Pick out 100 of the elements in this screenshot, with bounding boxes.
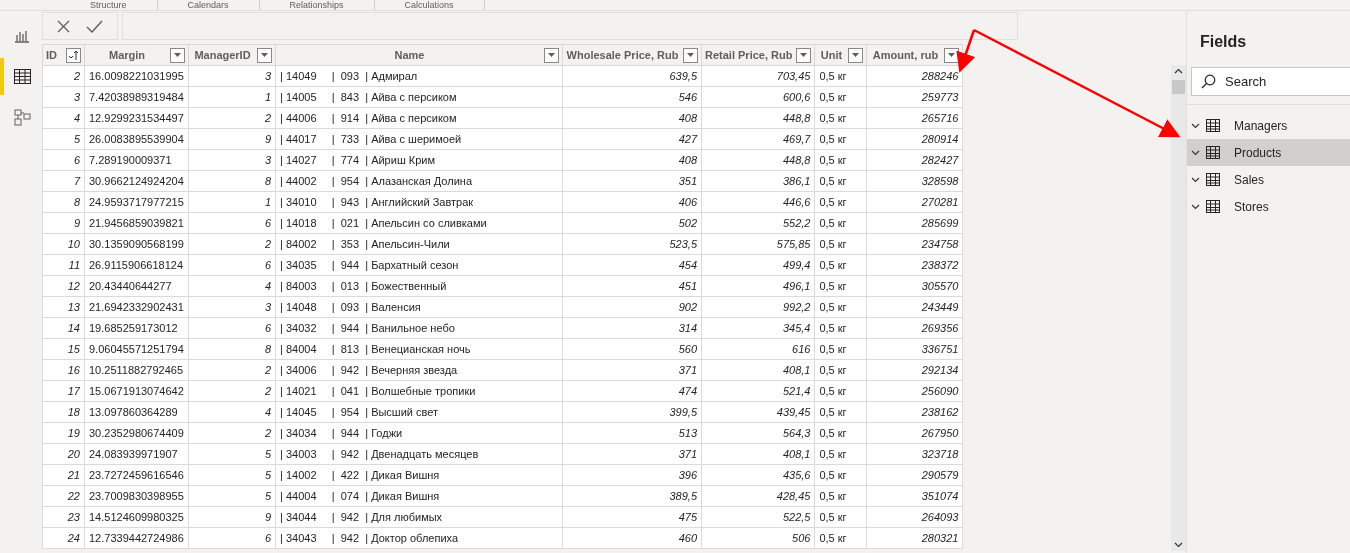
table-cell: 0,5 кг [814,422,867,444]
expand-chevron-icon [1191,202,1200,211]
expand-chevron-icon [1191,175,1200,184]
search-field[interactable]: Search [1191,67,1350,96]
dropdown-icon [687,53,694,57]
table-cell: | 34032 | 944 | Ванильное небо [275,317,563,339]
table-cell: 0,5 кг [814,65,867,87]
table-cell: 448,8 [701,149,815,171]
table-cell: | 34043 | 942 | Доктор облепиха [275,527,563,549]
column-header[interactable]: ID [42,44,85,66]
filter-button[interactable] [66,47,81,63]
table-cell: 9 [42,212,85,234]
column-header[interactable]: ManagerID [188,44,276,66]
field-table-item[interactable]: Sales [1187,166,1350,193]
table-cell: 7 [42,170,85,192]
table-cell: 10 [42,233,85,255]
table-cell: | 14021 | 041 | Волшебные тропики [275,380,563,402]
table-cell: | 14048 | 093 | Валенсия [275,296,563,318]
table-cell: 0,5 кг [814,191,867,213]
table-cell: 499,4 [701,254,815,276]
table-cell: 4 [188,401,276,423]
table-cell: 7.42038989319484 [84,86,189,108]
column-header[interactable]: Retail Price, Rub [701,44,815,66]
table-cell: 305570 [866,275,963,297]
table-cell: 386,1 [701,170,815,192]
filter-button[interactable] [257,47,272,63]
field-table-item[interactable]: Products [1187,139,1350,166]
table-cell: 0,5 кг [814,464,867,486]
close-icon [57,19,70,33]
table-cell: 290579 [866,464,963,486]
ribbon-group-label: Calendars [157,0,260,10]
table-cell: | 84004 | 813 | Венецианская ночь [275,338,563,360]
table-cell: 435,6 [701,464,815,486]
table-cell: 345,4 [701,317,815,339]
table-cell: | 14049 | 093 | Адмирал [275,65,563,87]
table-cell: 2 [188,107,276,129]
column-header[interactable]: Margin [84,44,189,66]
scrollbar[interactable] [1171,65,1186,551]
table-cell: 2 [188,422,276,444]
table-cell: 24.9593717977215 [84,191,189,213]
table-cell: 24.083939971907 [84,443,189,465]
column-header[interactable]: Name [275,44,563,66]
filter-button[interactable] [544,47,559,63]
formula-field[interactable] [122,12,1018,40]
table-cell: 265716 [866,107,963,129]
table-cell: 1 [188,191,276,213]
table-cell: 14.5124609980325 [84,506,189,528]
table-cell: 560 [562,338,702,360]
filter-button[interactable] [848,47,864,63]
column-header[interactable]: Amount, rub [866,44,963,66]
table-icon [1206,146,1220,159]
filter-button[interactable] [683,47,698,63]
table-cell: 396 [562,464,702,486]
table-cell: 0,5 кг [814,443,867,465]
table-cell: 22 [42,485,85,507]
table-cell: 238162 [866,401,963,423]
field-table-item[interactable]: Stores [1187,193,1350,220]
table-cell: 336751 [866,338,963,360]
table-cell: 26.0083895539904 [84,128,189,150]
table-cell: 0,5 кг [814,506,867,528]
table-cell: | 14045 | 954 | Высший свет [275,401,563,423]
table-cell: 292134 [866,359,963,381]
table-cell: 408,1 [701,359,815,381]
table-cell: 389,5 [562,485,702,507]
table-cell: 30.9662124924204 [84,170,189,192]
field-table-item[interactable]: Managers [1187,112,1350,139]
table-cell: 2 [188,380,276,402]
table-cell: | 34006 | 942 | Вечерняя звезда [275,359,563,381]
table-cell: 16 [42,359,85,381]
table-cell: 399,5 [562,401,702,423]
table-cell: 8 [188,170,276,192]
search-icon [1201,74,1216,89]
table-cell: 448,8 [701,107,815,129]
table-cell: 323718 [866,443,963,465]
table-cell: 30.1359090568199 [84,233,189,255]
table-cell: 460 [562,527,702,549]
table-cell: 9 [188,128,276,150]
table-cell: 26.9115906618124 [84,254,189,276]
table-cell: 0,5 кг [814,170,867,192]
close-button[interactable] [57,19,70,33]
table-cell: 20.43440644277 [84,275,189,297]
scrollbar-thumb[interactable] [1172,80,1185,94]
column-header[interactable]: Wholesale Price, Rub [562,44,702,66]
table-cell: 12.9299231534497 [84,107,189,129]
model-icon [13,109,31,126]
table-cell: 285699 [866,212,963,234]
confirm-button[interactable] [86,19,103,33]
table-cell: 0,5 кг [814,527,867,549]
filter-button[interactable] [170,47,185,63]
table-cell: 23.7009830398955 [84,485,189,507]
table-cell: | 34034 | 944 | Годжи [275,422,563,444]
table-cell: | 14005 | 843 | Айва с персиком [275,86,563,108]
table-cell: 328598 [866,170,963,192]
up-chevron-icon [1174,67,1183,76]
column-header[interactable]: Unit [814,44,867,66]
table-cell: 0,5 кг [814,149,867,171]
table-cell: 0,5 кг [814,401,867,423]
table-icon [13,69,31,84]
table-cell: 243449 [866,296,963,318]
filter-button[interactable] [796,47,812,63]
